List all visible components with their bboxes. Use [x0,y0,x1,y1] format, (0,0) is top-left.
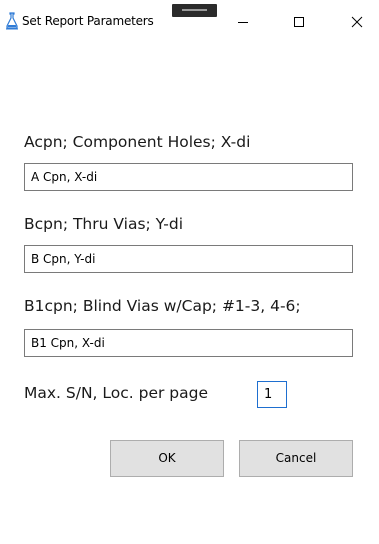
dialog-window: Set Report Parameters Acpn; Component Ho… [0,0,379,544]
maximize-button[interactable] [276,6,322,38]
bcpn-input[interactable] [24,245,353,273]
acpn-label: Acpn; Component Holes; X-di [24,133,251,151]
max-sn-per-page-input[interactable] [257,381,287,408]
window-title: Set Report Parameters [22,14,154,28]
cancel-button[interactable]: Cancel [239,440,353,477]
drag-handle[interactable] [172,4,217,17]
acpn-input[interactable] [24,163,353,191]
ok-button[interactable]: OK [110,440,224,477]
b1cpn-input[interactable] [24,329,353,357]
title-bar[interactable]: Set Report Parameters [0,0,379,44]
minimize-icon [237,16,249,28]
max-sn-label: Max. S/N, Loc. per page [24,384,209,402]
minimize-button[interactable] [220,6,266,38]
close-button[interactable] [334,6,379,38]
b1cpn-label: B1cpn; Blind Vias w/Cap; #1-3, 4-6; [24,297,301,315]
flask-icon [4,12,20,30]
maximize-icon [293,16,305,28]
bcpn-label: Bcpn; Thru Vias; Y-di [24,215,184,233]
close-icon [351,16,363,28]
